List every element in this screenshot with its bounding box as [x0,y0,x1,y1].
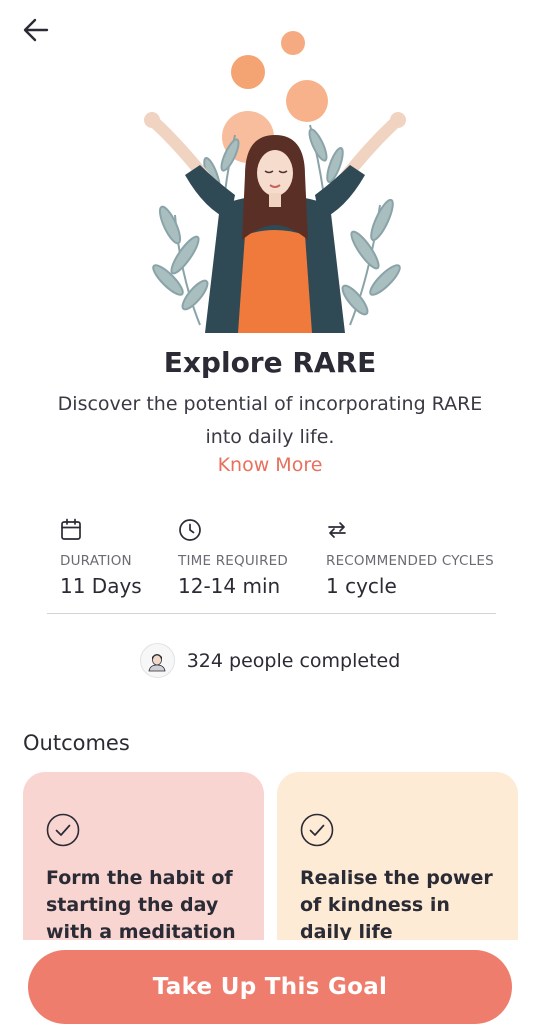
outcomes-title: Outcomes [23,731,130,755]
avatar [139,643,175,678]
stat-value: 1 cycle [326,574,397,598]
stat-recommended-cycles: RECOMMENDED CYCLES 1 cycle [326,516,494,598]
clock-icon [179,519,201,541]
outcome-text: Realise the power of kindness in daily l… [300,867,493,940]
outcome-card[interactable]: Realise the power of kindness in daily l… [277,772,518,940]
arrow-left-icon [23,18,49,42]
hero-illustration [144,31,406,333]
goal-stats: DURATION 11 Days TIME REQUIRED 12-14 min… [47,516,496,614]
goal-description: Discover the potential of incorporating … [57,393,483,448]
back-button[interactable] [16,12,56,48]
outcome-card[interactable]: Form the habit of starting the day with … [23,772,264,940]
check-circle-icon [300,813,334,847]
completed-count-text: 324 people completed [186,649,401,672]
calendar-icon [61,518,81,540]
stat-label: DURATION [60,553,132,569]
people-completed: 324 people completed [0,643,540,678]
goal-title: Explore RARE [163,346,377,379]
stat-label: RECOMMENDED CYCLES [326,553,494,569]
know-more-link[interactable]: Know More [0,454,540,476]
stat-duration: DURATION 11 Days [60,516,142,598]
repeat-icon [328,522,346,538]
user-avatar-icon [148,653,166,671]
stat-label: TIME REQUIRED [178,553,289,569]
outcome-text: Form the habit of starting the day with … [46,867,236,940]
stat-time-required: TIME REQUIRED 12-14 min [178,516,288,598]
stat-value: 12-14 min [178,574,281,598]
outcomes-list: Form the habit of starting the day with … [23,772,540,940]
stat-value: 11 Days [60,574,142,598]
check-circle-icon [46,813,80,847]
take-up-goal-button[interactable]: Take Up This Goal [28,950,512,1024]
